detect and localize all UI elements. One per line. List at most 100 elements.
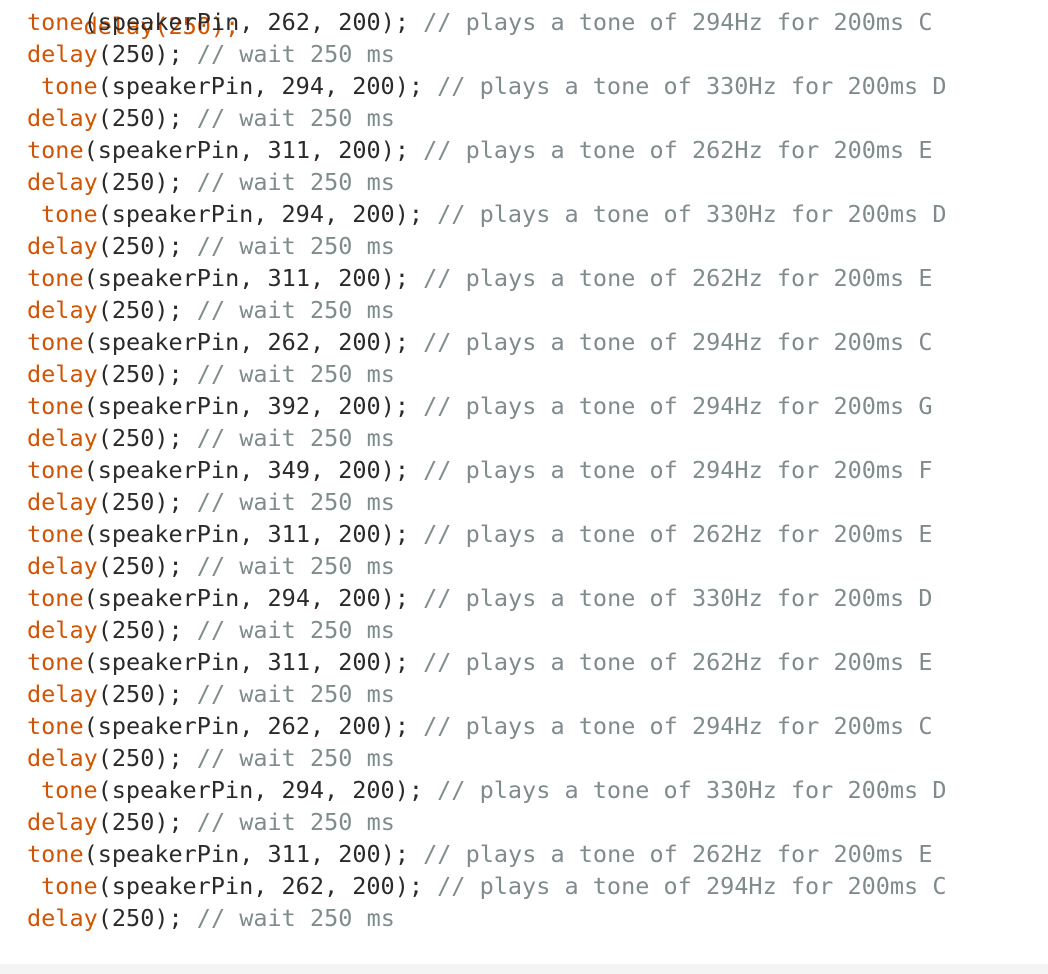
code-comment: // plays a tone of 294Hz for 200ms C xyxy=(423,712,933,740)
code-arguments: (speakerPin, 262, 200); xyxy=(83,8,424,36)
closing-brace: } xyxy=(12,932,83,974)
code-comment: // plays a tone of 294Hz for 200ms G xyxy=(423,392,933,420)
code-arguments: (250); xyxy=(97,904,197,932)
code-function-name: delay xyxy=(27,904,98,932)
code-arguments: (250); xyxy=(97,616,197,644)
code-function-name: tone xyxy=(41,200,98,228)
code-comment: // plays a tone of 294Hz for 200ms C xyxy=(423,328,933,356)
code-function-name: delay xyxy=(27,552,98,580)
code-arguments: (speakerPin, 294, 200); xyxy=(97,776,438,804)
code-comment: // plays a tone of 294Hz for 200ms C xyxy=(437,872,947,900)
code-comment: // plays a tone of 294Hz for 200ms C xyxy=(423,8,933,36)
code-comment: // plays a tone of 262Hz for 200ms E xyxy=(423,136,933,164)
code-comment: // plays a tone of 262Hz for 200ms E xyxy=(423,520,933,548)
code-function-name: delay xyxy=(27,296,98,324)
code-comment: // plays a tone of 330Hz for 200ms D xyxy=(437,776,947,804)
code-function-name: tone xyxy=(27,520,84,548)
code-line: delay(250); // wait 250 ms xyxy=(27,902,395,934)
code-arguments: (250); xyxy=(97,488,197,516)
code-arguments: (250); xyxy=(97,744,197,772)
code-comment: // wait 250 ms xyxy=(196,168,395,196)
code-line: tone(speakerPin, 311, 200); // plays a t… xyxy=(27,646,933,678)
code-comment: // wait 250 ms xyxy=(196,104,395,132)
code-arguments: (250); xyxy=(97,40,197,68)
code-comment: // plays a tone of 262Hz for 200ms E xyxy=(423,264,933,292)
code-function-name: delay xyxy=(27,40,98,68)
code-line: tone(speakerPin, 294, 200); // plays a t… xyxy=(41,198,947,230)
code-comment: // plays a tone of 330Hz for 200ms D xyxy=(423,584,933,612)
code-line: delay(250); // wait 250 ms xyxy=(27,742,395,774)
code-function-name: tone xyxy=(27,648,84,676)
code-editor[interactable]: delay(250); tone(speakerPin, 262, 200); … xyxy=(0,0,1048,974)
code-function-name: tone xyxy=(27,136,84,164)
code-function-name: tone xyxy=(41,872,98,900)
code-arguments: (speakerPin, 262, 200); xyxy=(83,712,424,740)
code-line: delay(250); // wait 250 ms xyxy=(27,422,395,454)
code-arguments: (250); xyxy=(97,424,197,452)
code-function-name: tone xyxy=(27,328,84,356)
code-line: delay(250); // wait 250 ms xyxy=(27,614,395,646)
code-line: tone(speakerPin, 294, 200); // plays a t… xyxy=(41,70,947,102)
code-arguments: (speakerPin, 311, 200); xyxy=(83,520,424,548)
code-function-name: delay xyxy=(27,488,98,516)
code-function-name: tone xyxy=(41,72,98,100)
code-function-name: delay xyxy=(27,680,98,708)
code-comment: // wait 250 ms xyxy=(196,680,395,708)
code-function-name: tone xyxy=(27,8,84,36)
code-line: tone(speakerPin, 294, 200); // plays a t… xyxy=(27,582,933,614)
code-function-name: tone xyxy=(27,712,84,740)
code-line: tone(speakerPin, 262, 200); // plays a t… xyxy=(27,326,933,358)
code-comment: // plays a tone of 294Hz for 200ms F xyxy=(423,456,933,484)
code-arguments: (speakerPin, 392, 200); xyxy=(83,392,424,420)
code-comment: // wait 250 ms xyxy=(196,488,395,516)
code-arguments: (speakerPin, 311, 200); xyxy=(83,264,424,292)
code-line: delay(250); // wait 250 ms xyxy=(27,230,395,262)
code-comment: // plays a tone of 330Hz for 200ms D xyxy=(437,200,947,228)
code-function-name: tone xyxy=(27,456,84,484)
code-comment: // wait 250 ms xyxy=(196,744,395,772)
code-arguments: (speakerPin, 311, 200); xyxy=(83,840,424,868)
code-arguments: (speakerPin, 294, 200); xyxy=(97,72,438,100)
code-line: delay(250); // wait 250 ms xyxy=(27,38,395,70)
code-arguments: (speakerPin, 262, 200); xyxy=(83,328,424,356)
code-arguments: (speakerPin, 294, 200); xyxy=(83,584,424,612)
code-line: tone(speakerPin, 262, 200); // plays a t… xyxy=(41,870,947,902)
code-comment: // plays a tone of 262Hz for 200ms E xyxy=(423,648,933,676)
code-comment: // wait 250 ms xyxy=(196,296,395,324)
code-arguments: (speakerPin, 294, 200); xyxy=(97,200,438,228)
code-function-name: delay xyxy=(27,744,98,772)
code-line: tone(speakerPin, 349, 200); // plays a t… xyxy=(27,454,933,486)
code-line: delay(250); // wait 250 ms xyxy=(27,806,395,838)
code-function-name: delay xyxy=(27,616,98,644)
code-comment: // wait 250 ms xyxy=(196,616,395,644)
code-arguments: (speakerPin, 311, 200); xyxy=(83,136,424,164)
code-function-name: delay xyxy=(27,808,98,836)
code-comment: // wait 250 ms xyxy=(196,360,395,388)
code-function-name: delay xyxy=(27,168,98,196)
code-line: tone(speakerPin, 262, 200); // plays a t… xyxy=(27,6,933,38)
bottom-strip xyxy=(0,964,1048,974)
code-comment: // wait 250 ms xyxy=(196,232,395,260)
code-comment: // wait 250 ms xyxy=(196,552,395,580)
code-comment: // wait 250 ms xyxy=(196,424,395,452)
code-arguments: (250); xyxy=(97,552,197,580)
code-comment: // plays a tone of 330Hz for 200ms D xyxy=(437,72,947,100)
code-function-name: tone xyxy=(27,392,84,420)
code-arguments: (250); xyxy=(97,808,197,836)
code-function-name: delay xyxy=(27,232,98,260)
code-line: delay(250); // wait 250 ms xyxy=(27,550,395,582)
code-line: tone(speakerPin, 392, 200); // plays a t… xyxy=(27,390,933,422)
code-line: delay(250); // wait 250 ms xyxy=(27,166,395,198)
code-line: delay(250); // wait 250 ms xyxy=(27,102,395,134)
code-function-name: delay xyxy=(27,424,98,452)
code-function-name: tone xyxy=(27,264,84,292)
code-arguments: (250); xyxy=(97,232,197,260)
code-line: tone(speakerPin, 311, 200); // plays a t… xyxy=(27,134,933,166)
code-arguments: (250); xyxy=(97,104,197,132)
code-arguments: (speakerPin, 349, 200); xyxy=(83,456,424,484)
code-line: tone(speakerPin, 311, 200); // plays a t… xyxy=(27,262,933,294)
code-function-name: tone xyxy=(27,584,84,612)
code-comment: // wait 250 ms xyxy=(196,904,395,932)
code-line: delay(250); // wait 250 ms xyxy=(27,486,395,518)
code-function-name: delay xyxy=(27,104,98,132)
